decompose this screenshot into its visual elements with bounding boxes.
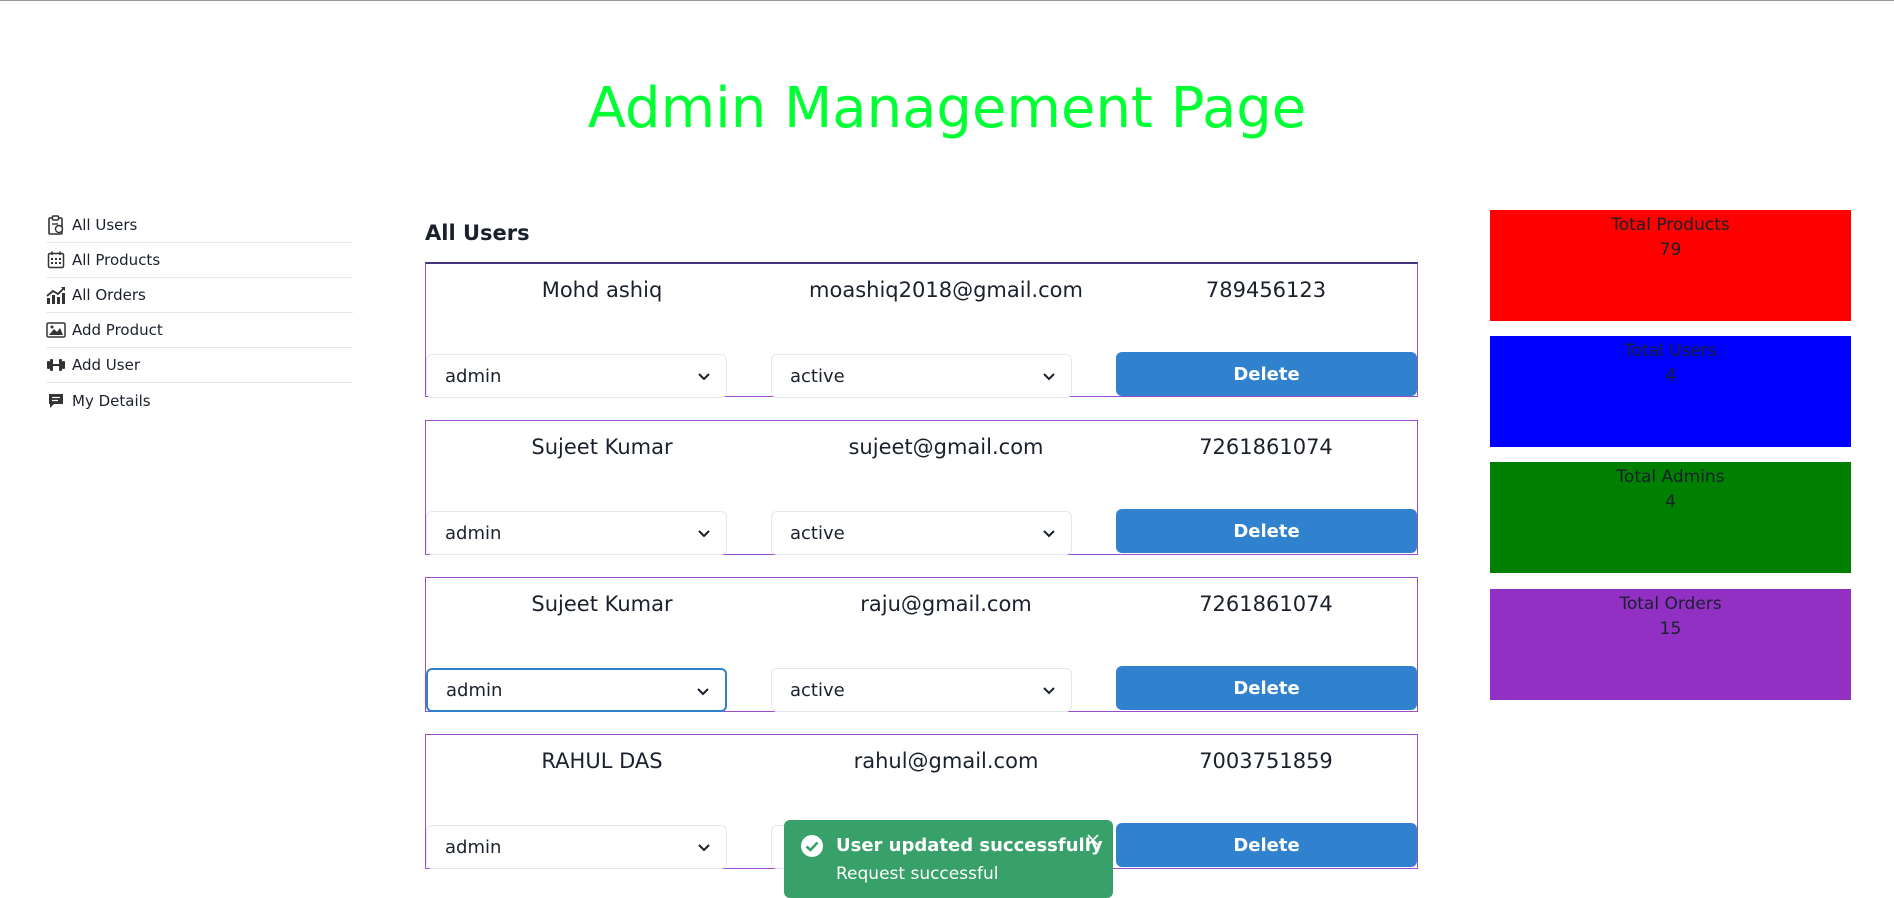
sidebar-item-label: All Products: [72, 251, 161, 269]
delete-button[interactable]: Delete: [1116, 352, 1417, 396]
calendar-grid-icon: [46, 250, 66, 270]
toast-description: Request successful: [836, 864, 999, 884]
chevron-down-icon: [698, 530, 710, 538]
top-divider: [0, 0, 1894, 1]
stat-label: Total Products: [1611, 215, 1730, 235]
role-select-value: admin: [446, 679, 503, 701]
sidebar-item-all-products[interactable]: All Products: [46, 243, 353, 278]
success-toast: User updated successfully Request succes…: [784, 820, 1113, 898]
user-email: sujeet@gmail.com: [848, 435, 1044, 459]
user-name: Sujeet Kumar: [531, 435, 673, 459]
delete-button[interactable]: Delete: [1116, 666, 1417, 710]
role-select[interactable]: admin: [426, 354, 727, 398]
user-name: Sujeet Kumar: [531, 592, 673, 616]
status-select-value: active: [790, 679, 845, 701]
role-select[interactable]: admin: [426, 511, 727, 555]
toast-title: User updated successfully: [836, 835, 1103, 856]
sidebar-item-label: All Users: [72, 216, 138, 234]
user-email: moashiq2018@gmail.com: [809, 278, 1083, 302]
chevron-down-icon: [1043, 530, 1055, 538]
stat-value: 4: [1665, 366, 1676, 386]
user-email: rahul@gmail.com: [853, 749, 1039, 773]
stat-value: 15: [1659, 619, 1682, 639]
user-phone: 789456123: [1205, 278, 1327, 302]
delete-button[interactable]: Delete: [1116, 823, 1417, 867]
user-name: RAHUL DAS: [541, 749, 663, 773]
clipboard-icon: [46, 215, 66, 235]
user-card: Sujeet Kumar sujeet@gmail.com 7261861074…: [425, 420, 1418, 555]
chevron-down-icon: [698, 844, 710, 852]
stat-total-users: Total Users 4: [1490, 336, 1851, 447]
role-select-value: admin: [445, 836, 502, 858]
sidebar-item-label: Add Product: [72, 321, 163, 339]
page-title: Admin Management Page: [587, 76, 1307, 141]
sidebar-item-label: All Orders: [72, 286, 146, 304]
status-select-value: active: [790, 522, 845, 544]
close-icon[interactable]: [1081, 828, 1105, 852]
section-title: All Users: [425, 221, 530, 245]
chat-icon: [46, 391, 66, 411]
user-card: Mohd ashiq moashiq2018@gmail.com 7894561…: [425, 262, 1418, 398]
role-select[interactable]: admin: [426, 825, 727, 869]
trend-chart-icon: [46, 285, 66, 305]
user-phone: 7003751859: [1199, 749, 1333, 773]
user-phone: 7261861074: [1199, 592, 1333, 616]
stat-total-admins: Total Admins 4: [1490, 462, 1851, 573]
chevron-down-icon: [697, 688, 709, 696]
stat-value: 79: [1659, 240, 1682, 260]
delete-button[interactable]: Delete: [1116, 509, 1417, 553]
image-icon: [46, 320, 66, 340]
status-select-value: active: [790, 365, 845, 387]
chevron-down-icon: [1043, 687, 1055, 695]
stat-total-orders: Total Orders 15: [1490, 589, 1851, 700]
role-select[interactable]: admin: [426, 668, 727, 712]
check-circle-icon: [801, 835, 823, 857]
sidebar-item-all-orders[interactable]: All Orders: [46, 278, 353, 313]
user-card: Sujeet Kumar raju@gmail.com 7261861074 a…: [425, 577, 1418, 712]
dumbbell-icon: [46, 355, 66, 375]
user-name: Mohd ashiq: [541, 278, 663, 302]
sidebar: All Users All Products All Orders Add Pr…: [46, 208, 353, 418]
stat-label: Total Users: [1624, 341, 1717, 361]
stat-total-products: Total Products 79: [1490, 210, 1851, 321]
chevron-down-icon: [1043, 373, 1055, 381]
sidebar-item-label: Add User: [72, 356, 140, 374]
chevron-down-icon: [698, 373, 710, 381]
user-phone: 7261861074: [1199, 435, 1333, 459]
role-select-value: admin: [445, 365, 502, 387]
stat-label: Total Admins: [1616, 467, 1725, 487]
status-select[interactable]: active: [771, 668, 1072, 712]
status-select[interactable]: active: [771, 511, 1072, 555]
stat-label: Total Orders: [1619, 594, 1722, 614]
sidebar-item-label: My Details: [72, 391, 151, 410]
user-email: raju@gmail.com: [860, 592, 1032, 616]
status-select[interactable]: active: [771, 354, 1072, 398]
stat-value: 4: [1665, 492, 1676, 512]
sidebar-item-all-users[interactable]: All Users: [46, 208, 353, 243]
role-select-value: admin: [445, 522, 502, 544]
sidebar-item-my-details[interactable]: My Details: [46, 383, 353, 418]
sidebar-item-add-product[interactable]: Add Product: [46, 313, 353, 348]
sidebar-item-add-user[interactable]: Add User: [46, 348, 353, 383]
